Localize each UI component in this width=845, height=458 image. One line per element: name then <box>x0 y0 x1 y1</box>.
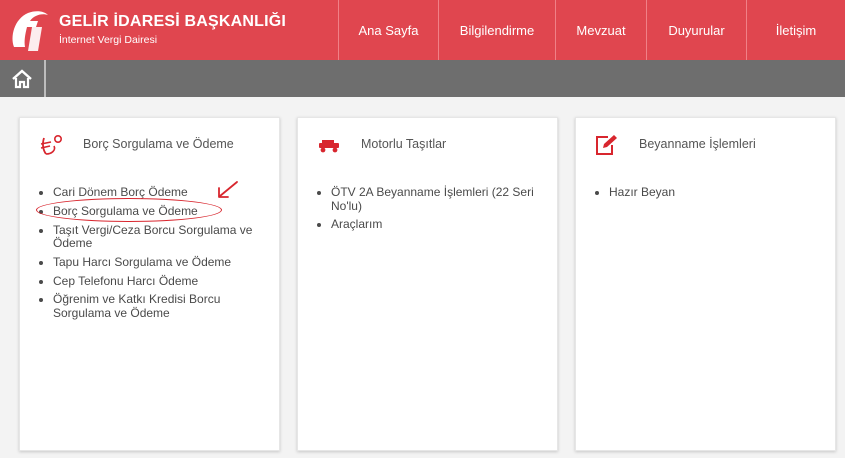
edit-document-icon <box>594 134 620 156</box>
list-item: Tapu Harcı Sorgulama ve Ödeme <box>53 255 271 270</box>
annotation-arrow-icon <box>214 180 240 202</box>
card-borc-sorgulama: Borç Sorgulama ve Ödeme Cari Dönem Borç … <box>19 117 280 451</box>
card-title: Borç Sorgulama ve Ödeme <box>83 137 234 151</box>
home-icon <box>12 68 32 88</box>
card-title: Motorlu Taşıtlar <box>361 137 447 151</box>
gib-logo-icon[interactable] <box>8 7 50 53</box>
site-header: GELİR İDARESİ BAŞKANLIĞI İnternet Vergi … <box>0 0 845 60</box>
link-ogrenim-katki-kredisi[interactable]: Öğrenim ve Katkı Kredisi Borcu Sorgulama… <box>53 292 220 320</box>
link-cari-donem-borc-odeme[interactable]: Cari Dönem Borç Ödeme <box>53 185 188 199</box>
annotation-circle <box>36 198 222 222</box>
main-content: Borç Sorgulama ve Ödeme Cari Dönem Borç … <box>0 97 845 458</box>
card-title: Beyanname İşlemleri <box>639 137 756 151</box>
link-tapu-harci[interactable]: Tapu Harcı Sorgulama ve Ödeme <box>53 255 231 269</box>
home-button[interactable] <box>0 60 46 97</box>
car-icon <box>316 134 342 156</box>
list-item: ÖTV 2A Beyanname İşlemleri (22 Seri No'l… <box>331 185 549 213</box>
link-araclarim[interactable]: Araçlarım <box>331 217 382 232</box>
main-nav: Ana Sayfa Bilgilendirme Mevzuat Duyurula… <box>338 0 845 60</box>
list-item: Araçlarım <box>331 218 549 232</box>
list-item: Öğrenim ve Katkı Kredisi Borcu Sorgulama… <box>53 293 271 320</box>
nav-mevzuat[interactable]: Mevzuat <box>555 0 646 60</box>
link-list: ÖTV 2A Beyanname İşlemleri (22 Seri No'l… <box>331 185 549 237</box>
list-item: Cep Telefonu Harcı Ödeme <box>53 274 271 289</box>
nav-bilgilendirme[interactable]: Bilgilendirme <box>438 0 555 60</box>
link-otv-2a-beyanname[interactable]: ÖTV 2A Beyanname İşlemleri (22 Seri No'l… <box>331 185 534 213</box>
link-tasit-vergi-ceza[interactable]: Taşıt Vergi/Ceza Borcu Sorgulama ve Ödem… <box>53 223 252 251</box>
card-beyanname-islemleri: Beyanname İşlemleri Hazır Beyan <box>575 117 836 451</box>
list-item: Taşıt Vergi/Ceza Borcu Sorgulama ve Ödem… <box>53 223 271 251</box>
site-subtitle: İnternet Vergi Dairesi <box>59 34 158 46</box>
nav-iletisim[interactable]: İletişim <box>746 0 845 60</box>
nav-ana-sayfa[interactable]: Ana Sayfa <box>338 0 438 60</box>
link-hazir-beyan[interactable]: Hazır Beyan <box>609 185 675 199</box>
card-motorlu-tasitlar: Motorlu Taşıtlar ÖTV 2A Beyanname İşleml… <box>297 117 558 451</box>
link-list: Hazır Beyan <box>609 185 827 205</box>
nav-duyurular[interactable]: Duyurular <box>646 0 746 60</box>
link-cep-telefonu-harci[interactable]: Cep Telefonu Harcı Ödeme <box>53 274 198 288</box>
list-item: Hazır Beyan <box>609 185 827 200</box>
breadcrumb-bar <box>0 60 845 97</box>
site-title[interactable]: GELİR İDARESİ BAŞKANLIĞI <box>59 13 286 31</box>
payment-icon <box>38 134 64 156</box>
